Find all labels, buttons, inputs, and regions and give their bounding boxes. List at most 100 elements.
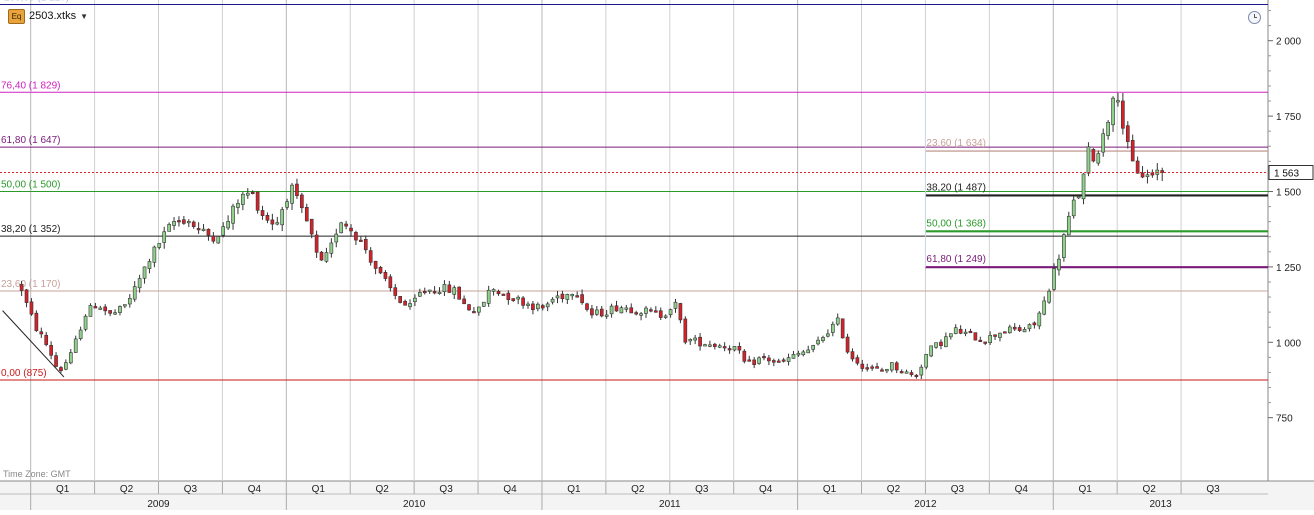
candle-up [186, 221, 191, 224]
candle-up [78, 329, 83, 339]
candle-down [634, 312, 638, 315]
candle-up [477, 306, 481, 313]
candle-down [855, 357, 860, 364]
candle-up [1145, 174, 1150, 178]
candle-up [717, 345, 722, 348]
candle-down [771, 360, 776, 363]
candle-up [811, 345, 815, 350]
candle-up [1042, 300, 1047, 315]
fib-recent-label: 61,80 (1 249) [926, 254, 986, 265]
candle-down [899, 371, 904, 374]
candle-up [201, 228, 206, 231]
candle-down [531, 303, 535, 311]
candle-down [93, 306, 98, 309]
fib-recent-label: 23,60 (1 634) [926, 138, 986, 149]
candle-down [560, 293, 565, 299]
candle-up [216, 236, 221, 244]
candle-down [54, 355, 58, 367]
candle-up [1071, 199, 1076, 217]
candle-up [619, 307, 624, 314]
y-tick-label: 750 [1276, 414, 1293, 425]
candle-up [152, 246, 157, 263]
candle-down [304, 206, 309, 222]
candle-down [265, 215, 270, 221]
candle-down [1130, 140, 1135, 162]
candle-down [496, 291, 501, 295]
candle-down [344, 223, 348, 227]
candle-down [845, 336, 850, 353]
fib-major-label: 0,00 (875) [1, 368, 47, 379]
candle-down [875, 366, 879, 369]
instrument-header: Eq 2503.xtks ▼ [8, 8, 88, 24]
candle-down [29, 301, 34, 315]
x-tick-label-quarter: Q2 [631, 484, 645, 495]
candle-up [953, 327, 958, 334]
candle-down [649, 309, 653, 312]
y-axis-panel [1268, 0, 1314, 481]
candle-down [19, 284, 24, 291]
candle-down [24, 289, 29, 303]
candle-down [270, 219, 275, 225]
y-tick-label: 2 000 [1276, 37, 1301, 48]
candle-down [540, 305, 545, 309]
candle-down [737, 345, 742, 351]
candle-up [550, 298, 555, 303]
candle-down [860, 363, 865, 369]
instrument-symbol[interactable]: 2503.xtks [29, 10, 76, 22]
candle-up [604, 314, 609, 317]
candle-up [988, 335, 992, 343]
candle-down [727, 348, 732, 351]
candle-down [457, 286, 462, 300]
candle-up [708, 344, 712, 347]
clock-icon[interactable] [1248, 11, 1261, 24]
candle-down [462, 298, 466, 305]
candle-down [447, 284, 452, 293]
candle-up [1057, 258, 1061, 271]
candle-down [767, 357, 771, 362]
candle-down [211, 235, 216, 242]
candle-down [422, 290, 427, 294]
fib-major-label: 38,20 (1 352) [1, 224, 61, 235]
candle-down [309, 218, 314, 235]
candle-up [885, 369, 889, 372]
candle-up [796, 353, 801, 356]
candle-down [722, 346, 727, 349]
candle-up [595, 309, 599, 315]
fib-level-100-label: 100,00 (2 12?) [4, 0, 69, 4]
candle-down [939, 341, 943, 346]
candle-down [914, 374, 919, 378]
candle-down [363, 239, 368, 251]
x-tick-label-quarter: Q4 [1015, 484, 1029, 495]
chevron-down-icon[interactable]: ▼ [80, 12, 88, 21]
candle-down [850, 351, 855, 360]
candle-down [108, 310, 112, 314]
candle-up [339, 222, 344, 234]
candle-up [118, 306, 122, 313]
x-tick-label-year: 2009 [147, 499, 170, 510]
candle-up [68, 352, 73, 364]
candle-down [432, 291, 437, 294]
price-chart[interactable]: Q1 Q2 Q3 Q4 Q1 Q2 Q3 Q4 Q1 Q2 Q3 Q4 Q1 Q2 Q3 Q4 Q1 Q2 Q3 20… [0, 0, 1314, 510]
candle-up [1096, 153, 1101, 164]
candle-down [752, 359, 756, 365]
candle-down [521, 297, 525, 306]
candle-up [98, 307, 103, 310]
candle-up [801, 351, 806, 356]
candle-up [1027, 324, 1032, 330]
candle-down [776, 360, 781, 363]
candle-up [830, 323, 835, 333]
candle-down [506, 292, 511, 301]
candle-down [359, 239, 363, 242]
candle-up [413, 297, 417, 302]
fib-major-label: 23,60 (1 170) [1, 279, 61, 290]
fib-recent-label: 38,20 (1 487) [926, 182, 986, 193]
candle-up [821, 337, 825, 341]
candle-down [1017, 327, 1022, 331]
chart-window: Q1 Q2 Q3 Q4 Q1 Q2 Q3 Q4 Q1 Q2 Q3 Q4 Q1 Q2 Q3 Q4 Q1 Q2 Q3 20… [0, 0, 1314, 510]
candle-up [644, 307, 648, 314]
candle-up [565, 294, 570, 300]
candle-down [909, 372, 914, 375]
candle-down [870, 366, 874, 369]
candle-up [442, 284, 447, 293]
candle-up [221, 226, 226, 236]
